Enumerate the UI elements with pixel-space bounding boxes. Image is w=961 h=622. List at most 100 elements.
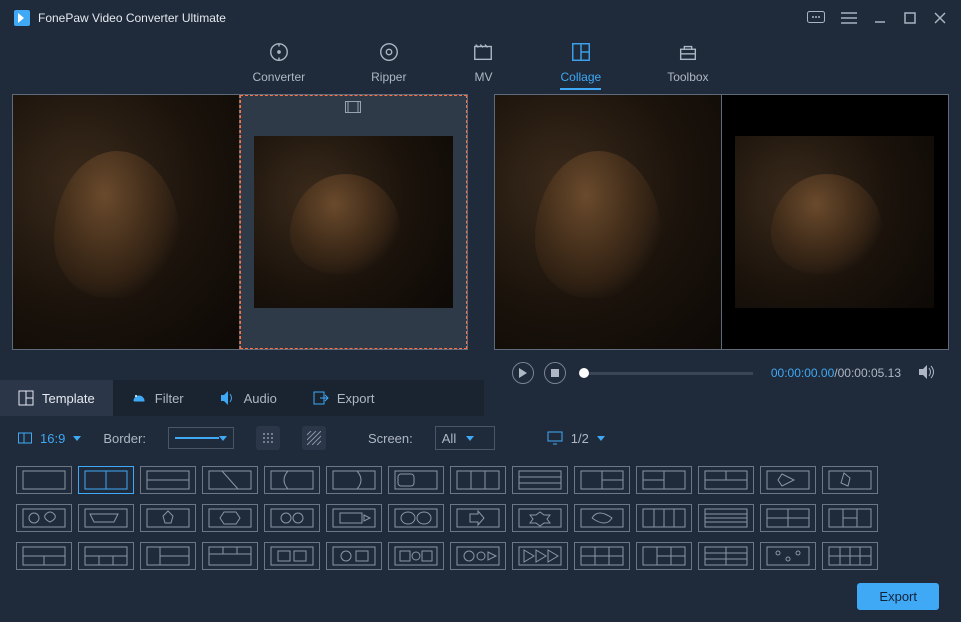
- template-option[interactable]: [512, 542, 568, 570]
- mv-icon: [472, 41, 494, 66]
- template-option[interactable]: [326, 466, 382, 494]
- template-option[interactable]: [388, 504, 444, 532]
- template-option[interactable]: [822, 542, 878, 570]
- converter-icon: [268, 41, 290, 66]
- tab-template[interactable]: Template: [0, 380, 113, 416]
- template-option[interactable]: [822, 504, 878, 532]
- workspace: [0, 94, 961, 350]
- collage-canvas[interactable]: [12, 94, 468, 350]
- canvas-slot-2[interactable]: [239, 95, 466, 349]
- media-thumbnail: [495, 95, 721, 349]
- footer: Export: [857, 583, 939, 610]
- monitor-icon: [547, 431, 563, 445]
- template-option[interactable]: [698, 542, 754, 570]
- feedback-icon[interactable]: [807, 11, 825, 25]
- template-option[interactable]: [574, 466, 630, 494]
- stop-button[interactable]: [544, 362, 566, 384]
- aspect-ratio-select[interactable]: 16:9: [18, 431, 81, 446]
- template-option[interactable]: [78, 542, 134, 570]
- editor-tabs: Template Filter Audio Export: [0, 380, 484, 416]
- nav-ripper[interactable]: Ripper: [371, 41, 406, 90]
- template-option[interactable]: [140, 542, 196, 570]
- template-option[interactable]: [636, 542, 692, 570]
- template-option[interactable]: [388, 542, 444, 570]
- template-option[interactable]: [450, 542, 506, 570]
- canvas-slot-1[interactable]: [13, 95, 239, 349]
- template-option[interactable]: [202, 504, 258, 532]
- tab-audio[interactable]: Audio: [202, 380, 295, 416]
- template-option[interactable]: [140, 504, 196, 532]
- nav-label: MV: [474, 70, 492, 84]
- audio-icon: [220, 390, 236, 406]
- nav-converter[interactable]: Converter: [252, 41, 305, 90]
- minimize-icon[interactable]: [873, 11, 887, 25]
- maximize-icon[interactable]: [903, 11, 917, 25]
- tab-label: Audio: [244, 391, 277, 406]
- template-option[interactable]: [388, 466, 444, 494]
- template-option[interactable]: [450, 466, 506, 494]
- template-option[interactable]: [760, 504, 816, 532]
- template-option[interactable]: [574, 542, 630, 570]
- filter-icon: [131, 390, 147, 406]
- template-option[interactable]: [16, 542, 72, 570]
- template-option[interactable]: [760, 466, 816, 494]
- tab-export[interactable]: Export: [295, 380, 393, 416]
- play-button[interactable]: [512, 362, 534, 384]
- page-nav[interactable]: 1/2: [547, 431, 605, 446]
- template-option[interactable]: [202, 466, 258, 494]
- chevron-down-icon: [597, 436, 605, 441]
- chevron-down-icon: [219, 436, 227, 441]
- screen-label: Screen:: [368, 431, 413, 446]
- export-button[interactable]: Export: [857, 583, 939, 610]
- template-option[interactable]: [698, 466, 754, 494]
- chevron-down-icon: [466, 436, 474, 441]
- template-option[interactable]: [16, 466, 72, 494]
- player-transport: 00:00:00.00/00:00:05.13: [498, 358, 949, 388]
- seek-slider[interactable]: [584, 372, 753, 375]
- nav-label: Toolbox: [667, 70, 708, 84]
- template-option[interactable]: [822, 466, 878, 494]
- template-option[interactable]: [78, 466, 134, 494]
- screen-select[interactable]: All: [435, 426, 495, 450]
- template-option[interactable]: [512, 504, 568, 532]
- volume-icon[interactable]: [919, 365, 935, 382]
- template-option[interactable]: [16, 504, 72, 532]
- template-option[interactable]: [264, 504, 320, 532]
- template-option[interactable]: [512, 466, 568, 494]
- border-style-select[interactable]: [168, 427, 234, 449]
- title-bar: FonePaw Video Converter Ultimate: [0, 0, 961, 36]
- template-option[interactable]: [574, 504, 630, 532]
- template-option[interactable]: [698, 504, 754, 532]
- nav-mv[interactable]: MV: [472, 41, 494, 90]
- template-option[interactable]: [264, 466, 320, 494]
- chevron-down-icon: [73, 436, 81, 441]
- template-option[interactable]: [326, 542, 382, 570]
- app-title: FonePaw Video Converter Ultimate: [38, 11, 226, 25]
- media-thumbnail: [254, 136, 453, 309]
- template-option[interactable]: [140, 466, 196, 494]
- border-hatch-button[interactable]: [302, 426, 326, 450]
- export-icon: [313, 390, 329, 406]
- nav-toolbox[interactable]: Toolbox: [667, 41, 708, 90]
- template-option[interactable]: [636, 466, 692, 494]
- border-grid-button[interactable]: [256, 426, 280, 450]
- template-option[interactable]: [264, 542, 320, 570]
- template-option[interactable]: [636, 504, 692, 532]
- template-option[interactable]: [326, 504, 382, 532]
- preview-pane[interactable]: [494, 94, 950, 350]
- template-option[interactable]: [202, 542, 258, 570]
- tab-label: Filter: [155, 391, 184, 406]
- template-toolbar: 16:9 Border: Screen: All 1/2: [0, 416, 961, 460]
- collage-icon: [570, 41, 592, 66]
- template-option[interactable]: [78, 504, 134, 532]
- menu-icon[interactable]: [841, 12, 857, 24]
- tab-filter[interactable]: Filter: [113, 380, 202, 416]
- toolbox-icon: [677, 41, 699, 66]
- nav-label: Ripper: [371, 70, 406, 84]
- media-thumbnail: [13, 95, 239, 349]
- template-option[interactable]: [760, 542, 816, 570]
- nav-collage[interactable]: Collage: [560, 41, 601, 90]
- close-icon[interactable]: [933, 11, 947, 25]
- template-option[interactable]: [450, 504, 506, 532]
- page-value: 1/2: [571, 431, 589, 446]
